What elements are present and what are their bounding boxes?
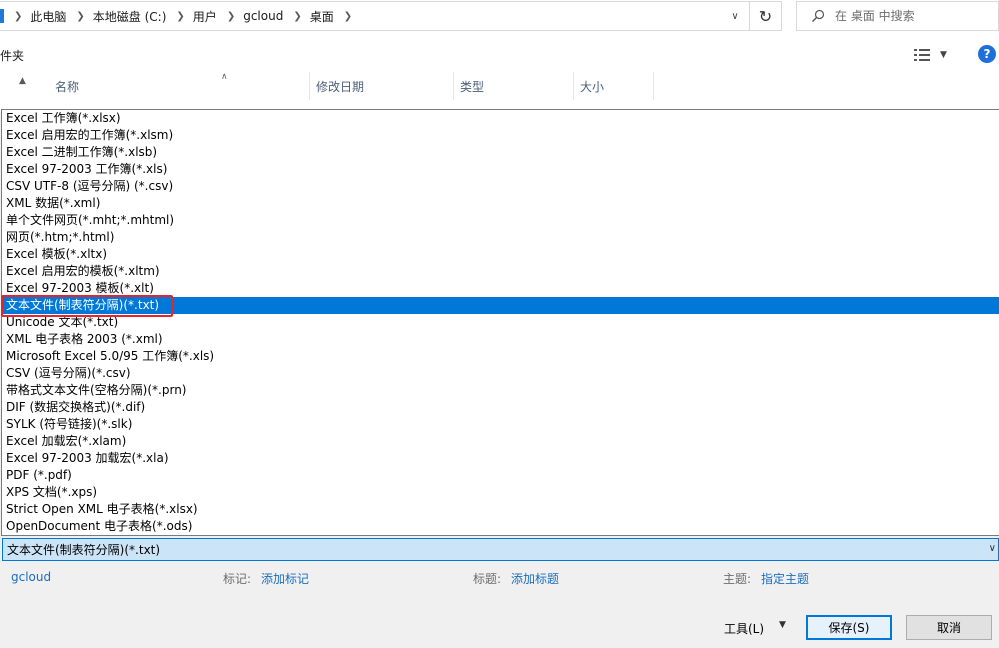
file-type-option[interactable]: XML 数据(*.xml) [2,195,999,212]
help-button[interactable]: ? [978,45,996,63]
breadcrumb-gcloud[interactable]: gcloud [243,9,283,23]
navigation-pane[interactable]: ▲ [0,70,36,112]
search-input[interactable] [835,9,985,23]
address-bar[interactable]: ❯ 此电脑 ❯ 本地磁盘 (C:) ❯ 用户 ❯ gcloud ❯ 桌面 ❯ ∨ [0,1,750,31]
details-view-icon [914,49,930,61]
sort-up-icon: ∧ [221,72,228,82]
file-type-option[interactable]: Microsoft Excel 5.0/95 工作簿(*.xls) [2,348,999,365]
breadcrumb-desktop[interactable]: 桌面 [310,8,334,25]
chevron-down-icon[interactable]: ∨ [720,2,750,30]
search-box[interactable] [796,1,999,31]
file-type-option[interactable]: DIF (数据交换格式)(*.dif) [2,399,999,416]
column-name-label: 名称 [55,79,80,94]
file-type-option[interactable]: Excel 工作簿(*.xlsx) [2,110,999,127]
column-size-label: 大小 [580,79,605,94]
chevron-right-icon[interactable]: ❯ [293,11,301,22]
caret-down-icon[interactable]: ▼ [779,620,786,630]
file-type-option[interactable]: 单个文件网页(*.mht;*.mhtml) [2,212,999,229]
address-row: ❯ 此电脑 ❯ 本地磁盘 (C:) ❯ 用户 ❯ gcloud ❯ 桌面 ❯ ∨… [0,0,999,40]
toolbar: 件夹 ▼ ? [0,40,999,70]
file-type-option[interactable]: Strict Open XML 电子表格(*.xlsx) [2,501,999,518]
tags-label: 标记: [223,572,252,586]
file-type-option[interactable]: 网页(*.htm;*.html) [2,229,999,246]
file-type-dropdown-list[interactable]: Excel 工作簿(*.xlsx) Excel 启用宏的工作簿(*.xlsm) Ex… [1,109,999,536]
file-type-option[interactable]: Excel 二进制工作簿(*.xlsb) [2,144,999,161]
specify-subject-link[interactable]: 指定主题 [761,570,809,587]
breadcrumb-users[interactable]: 用户 [193,8,217,25]
breadcrumb-this-pc[interactable]: 此电脑 [30,8,66,25]
view-options-button[interactable]: ▼ [914,46,954,64]
search-icon [812,9,825,22]
add-title-link[interactable]: 添加标题 [511,570,559,587]
refresh-icon: ↻ [758,6,773,26]
address-edge-icon [0,9,4,23]
scroll-up-icon[interactable]: ▲ [19,76,26,86]
chevron-right-icon[interactable]: ❯ [14,11,22,22]
file-type-option[interactable]: OpenDocument 电子表格(*.ods) [2,518,999,535]
file-type-option[interactable]: Excel 97-2003 工作簿(*.xls) [2,161,999,178]
file-type-option[interactable]: Excel 启用宏的工作簿(*.xlsm) [2,127,999,144]
file-type-option[interactable]: XML 电子表格 2003 (*.xml) [2,331,999,348]
file-type-option[interactable]: Excel 启用宏的模板(*.xltm) [2,263,999,280]
author-link[interactable]: gcloud [11,570,51,584]
save-button[interactable]: 保存(S) [806,615,892,640]
chevron-right-icon[interactable]: ❯ [176,11,184,22]
column-name[interactable]: 名称 ∧ [45,72,310,100]
column-size[interactable]: 大小 [570,72,654,100]
metadata-row: gcloud 标记: 添加标记 标题: 添加标题 主题: 指定主题 [0,568,999,588]
save-as-type-value: 文本文件(制表符分隔)(*.txt) [7,543,161,557]
file-type-option[interactable]: Excel 加载宏(*.xlam) [2,433,999,450]
chevron-right-icon[interactable]: ❯ [76,11,84,22]
file-type-option[interactable]: Excel 模板(*.xltx) [2,246,999,263]
tools-button[interactable]: 工具(L) [724,618,764,638]
breadcrumb-local-disk[interactable]: 本地磁盘 (C:) [93,8,167,25]
file-type-option[interactable]: CSV (逗号分隔)(*.csv) [2,365,999,382]
add-tags-link[interactable]: 添加标记 [261,570,309,587]
chevron-down-icon[interactable]: ∨ [989,543,996,554]
file-type-option[interactable]: SYLK (符号链接)(*.slk) [2,416,999,433]
file-list-pane: ▲ 名称 ∧ 修改日期 类型 大小 [0,70,999,112]
column-modified[interactable]: 修改日期 [306,72,454,100]
caret-down-icon: ▼ [940,50,947,60]
file-type-option[interactable]: PDF (*.pdf) [2,467,999,484]
file-type-option[interactable]: 带格式文本文件(空格分隔)(*.prn) [2,382,999,399]
chevron-right-icon[interactable]: ❯ [344,11,352,22]
annotation-highlight-box [1,295,173,317]
new-folder-button[interactable]: 件夹 [0,47,24,64]
file-type-option[interactable]: Excel 97-2003 加载宏(*.xla) [2,450,999,467]
chevron-right-icon[interactable]: ❯ [227,11,235,22]
cancel-button[interactable]: 取消 [906,615,992,640]
file-type-option[interactable]: CSV UTF-8 (逗号分隔) (*.csv) [2,178,999,195]
subject-label: 主题: [723,572,752,586]
file-type-option[interactable]: XPS 文档(*.xps) [2,484,999,501]
column-modified-label: 修改日期 [316,79,365,94]
title-label: 标题: [473,572,502,586]
refresh-button[interactable]: ↻ [750,1,782,31]
column-type[interactable]: 类型 [450,72,574,100]
save-as-type-select[interactable]: 文本文件(制表符分隔)(*.txt) ∨ [2,538,999,561]
column-type-label: 类型 [460,79,485,94]
